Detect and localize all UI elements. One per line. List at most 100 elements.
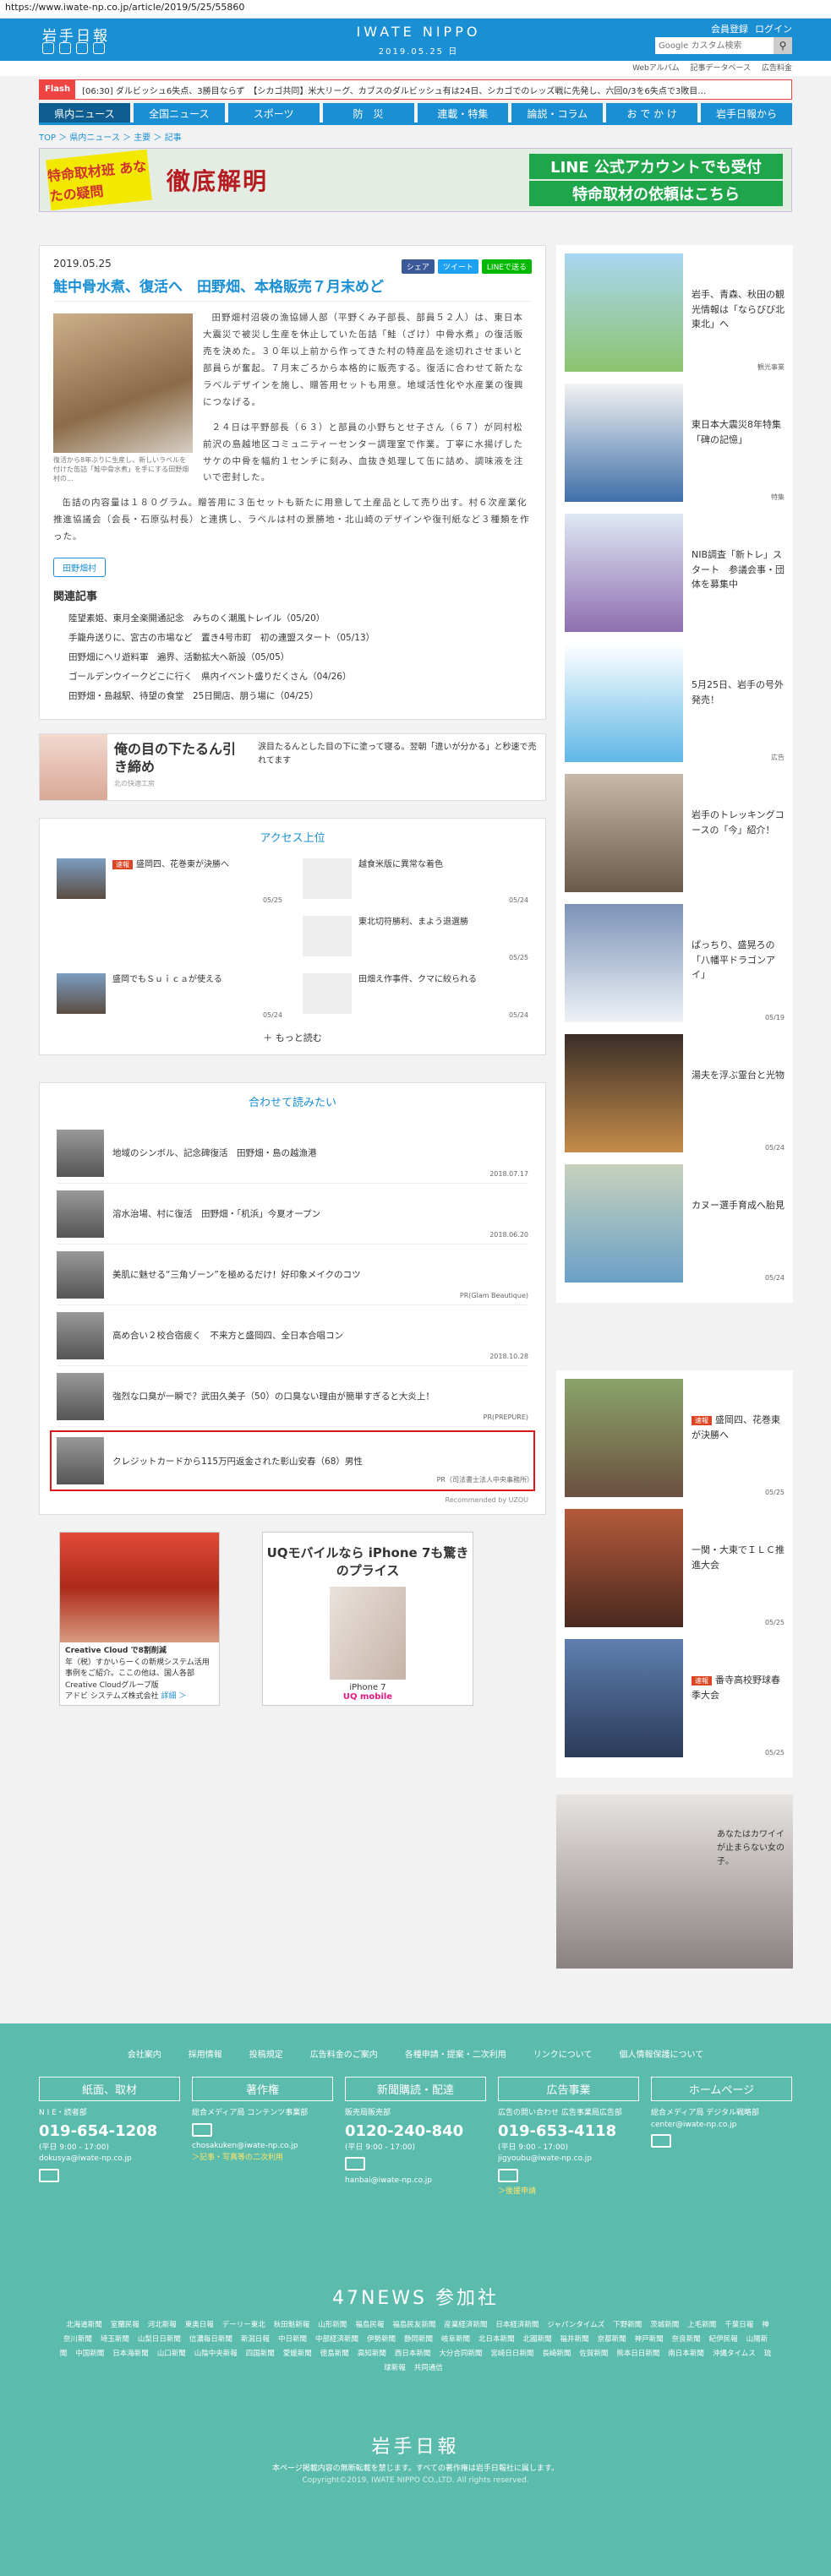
newspaper-link[interactable]: 紀伊民報 [709,2335,738,2344]
newspaper-link[interactable]: 中部経済新聞 [315,2335,358,2344]
address-bar[interactable]: https://www.iwate-np.co.jp/article/2019/… [0,0,831,19]
flash-news[interactable]: Flash [06:30] ダルビッシュ6失点、3勝目ならず 【シカゴ共同】米大… [39,79,792,100]
footer-logo[interactable]: 岩手日報 [0,2432,831,2459]
recommend-title[interactable]: 美肌に魅せる“三角ゾーン”を極めるだけ！好印象メイクのコツ [112,1268,361,1281]
sidebar-title[interactable]: 5月25日、岩手の号外発売！ [692,679,784,705]
thumbnail[interactable] [565,1509,683,1627]
recommend-item[interactable]: 溶水治場、村に復活 田野畑・「机浜」今夏オープン 2018.06.20 [57,1184,528,1245]
ranking-item[interactable]: 速報 盛岡四、花巻東が決勝へ 05/25 [57,858,282,904]
newspaper-link[interactable]: 上毛新聞 [687,2321,716,2329]
sub-link[interactable]: 記事データベース [691,64,752,73]
newspaper-link[interactable]: 四国新聞 [246,2350,275,2358]
uq-ad[interactable]: UQモバイルなら iPhone 7も驚きのプライス iPhone 7 UQ mo… [262,1532,473,1707]
tweet-button[interactable]: ツイート [437,259,478,274]
newspaper-link[interactable]: 秋田魁新報 [274,2321,310,2329]
sidebar-item[interactable]: ぱっちり、盛晃ろの「八幡平ドラゴンアイ」 05/19 [565,904,785,1031]
ad-image[interactable] [40,734,107,801]
newspaper-link[interactable]: 奈良新聞 [672,2335,701,2344]
instagram-icon[interactable] [93,42,105,54]
newspaper-link[interactable]: 茨城新聞 [650,2321,679,2329]
thumbnail[interactable] [57,1129,104,1177]
thumbnail[interactable] [565,1379,683,1497]
search-input[interactable] [655,37,774,54]
ad-title[interactable]: Creative Cloud で8割削減 [65,1647,167,1655]
ranking-title[interactable]: 東北切符勝利、まよう退選勝 [358,918,468,927]
contact-email[interactable]: chosakuken@iwate-np.co.jp [192,2141,333,2153]
sidebar-title[interactable]: NIB調査「新トレ」スタート 参議会事・団体を募集中 [692,549,785,590]
ad-title[interactable]: 俺の目の下たるん引き締め 北の快適工房 [107,734,251,800]
sidebar-title[interactable]: 岩手のトレッキングコースの「今」紹介！ [692,809,785,836]
newspaper-link[interactable]: 信濃毎日新聞 [189,2335,232,2344]
mail-icon[interactable] [192,2122,212,2137]
thumbnail[interactable] [565,514,683,632]
flash-text[interactable]: [06:30] ダルビッシュ6失点、3勝目ならず 【シカゴ共同】米大リーグ、カブ… [75,84,713,96]
newspaper-link[interactable]: 徳島新聞 [320,2350,349,2358]
footer-link[interactable]: 投稿規定 [249,2047,283,2060]
newspaper-link[interactable]: 南日本新聞 [668,2350,704,2358]
footer-link[interactable]: 会社案内 [128,2047,161,2060]
thumbnail[interactable] [565,774,683,892]
nav-item[interactable]: 全国ニュース [133,103,225,123]
thumbnail[interactable] [565,384,683,502]
nav-item[interactable]: 防 災 [322,103,414,123]
newspaper-link[interactable]: 千葉日報 [724,2321,753,2329]
newspaper-link[interactable]: 福島民友新聞 [392,2321,435,2329]
newspaper-link[interactable]: 熊本日日新聞 [616,2350,659,2358]
thumbnail[interactable] [565,1164,683,1283]
newspaper-link[interactable]: 産業経済新聞 [444,2321,487,2329]
secondary-use-link[interactable]: ＞記事・写真等の二次利用 [192,2153,333,2165]
sidebar-item[interactable]: 速報 番寺高校野球春季大会 05/25 [565,1639,785,1766]
recommend-item[interactable]: 強烈な口臭が一瞬で？武田久美子（50）の口臭ない理由が簡単すぎると大炎上！ PR(… [57,1366,528,1428]
newspaper-link[interactable]: 中国新聞 [75,2350,104,2358]
newspaper-link[interactable]: 静岡新聞 [404,2335,433,2344]
sidebar-item[interactable]: 速報 盛岡四、花巻東が決勝へ 05/25 [565,1379,785,1506]
thumbnail[interactable] [565,253,683,372]
thumbnail[interactable] [57,1372,104,1420]
related-link[interactable]: 田野畑・島越駅、待望の食堂 25日開店、朋う場に（04/25） [53,686,532,705]
ad-text[interactable]: 涙目たるんとした目の下に塗って寝る。翌朝「違いが分かる」と秒速で売れてます [251,734,545,800]
tag-button[interactable]: 田野畑村 [53,558,106,578]
footer-link[interactable]: リンクについて [533,2047,593,2060]
recommend-item-highlighted[interactable]: クレジットカードから115万円返金された彰山安春（68）男性 PR（司法書士法人中… [50,1430,535,1492]
newspaper-link[interactable]: デーリー東北 [222,2321,265,2329]
recommend-title[interactable]: 強烈な口臭が一瞬で？武田久美子（50）の口臭ない理由が簡単すぎると大炎上！ [112,1390,435,1402]
facebook-icon[interactable] [59,42,71,54]
newspaper-link[interactable]: 下野新聞 [613,2321,642,2329]
newspaper-link[interactable]: 新潟日報 [241,2335,270,2344]
nav-item[interactable]: スポーツ [227,103,320,123]
related-link[interactable]: 手籠舟送りに、宮古の市場など 置き4号市町 初の連盟スタート（05/13） [53,628,532,647]
ranking-title[interactable]: 越食米版に異常な着色 [358,860,443,869]
contact-email[interactable]: jigyoubu@iwate-np.co.jp [498,2154,639,2165]
newspaper-link[interactable]: 高知新聞 [358,2350,386,2358]
sidebar-item[interactable]: 岩手のトレッキングコースの「今」紹介！ [565,774,785,901]
photo-image[interactable] [53,313,193,453]
more-button[interactable]: ＋ もっと読む [57,1031,528,1044]
newspaper-link[interactable]: 日本経済新聞 [495,2321,539,2329]
newspaper-link[interactable]: 大分合同新聞 [439,2350,482,2358]
newspaper-link[interactable]: 福島民報 [355,2321,384,2329]
newspaper-link[interactable]: 山梨日日新聞 [138,2335,181,2344]
promo-banner[interactable]: 特命取材班 あなたの疑問 徹底解明 LINE 公式アカウントでも受付 特命取材の… [39,148,792,212]
ranking-item[interactable] [57,916,282,961]
sponsorship-link[interactable]: ＞後援申請 [498,2187,639,2198]
side-ad[interactable]: あなたはカワイイが止まらない女の子。 [556,1794,793,1969]
breadcrumb[interactable]: TOP ＞ 県内ニュース ＞ 主要 ＞ 記事 [39,130,792,143]
newspaper-link[interactable]: 北國新聞 [523,2335,552,2344]
ranking-title[interactable]: 盛岡でもＳｕｉｃａが使える [112,975,222,984]
sidebar-item[interactable]: 東日本大震災8年特集「碑の記憶」 特集 [565,384,785,510]
sidebar-item[interactable]: 一関・大東でＩＬＣ推進大会 05/25 [565,1509,785,1636]
newspaper-link[interactable]: 宮崎日日新聞 [490,2350,533,2358]
newspaper-link[interactable]: 中日新聞 [278,2335,307,2344]
related-link[interactable]: 陸望素姫、東月全楽開通記念 みちのく潮風トレイル（05/20） [53,608,532,628]
newspaper-link[interactable]: 福井新聞 [560,2335,589,2344]
sidebar-item[interactable]: 岩手、青森、秋田の観光情報は「ならびび北東北」へ 観光事業 [565,253,785,380]
sub-link[interactable]: Webアルバム [632,64,680,73]
thumbnail[interactable] [57,1190,104,1238]
ad-image[interactable] [60,1533,219,1643]
mail-icon[interactable] [345,2157,365,2170]
newspaper-link[interactable]: 山形新聞 [318,2321,347,2329]
newspaper-link[interactable]: 愛媛新聞 [283,2350,312,2358]
thumbnail[interactable] [57,973,106,1015]
twitter-icon[interactable] [42,42,54,54]
newspaper-link[interactable]: 室蘭民報 [111,2321,139,2329]
